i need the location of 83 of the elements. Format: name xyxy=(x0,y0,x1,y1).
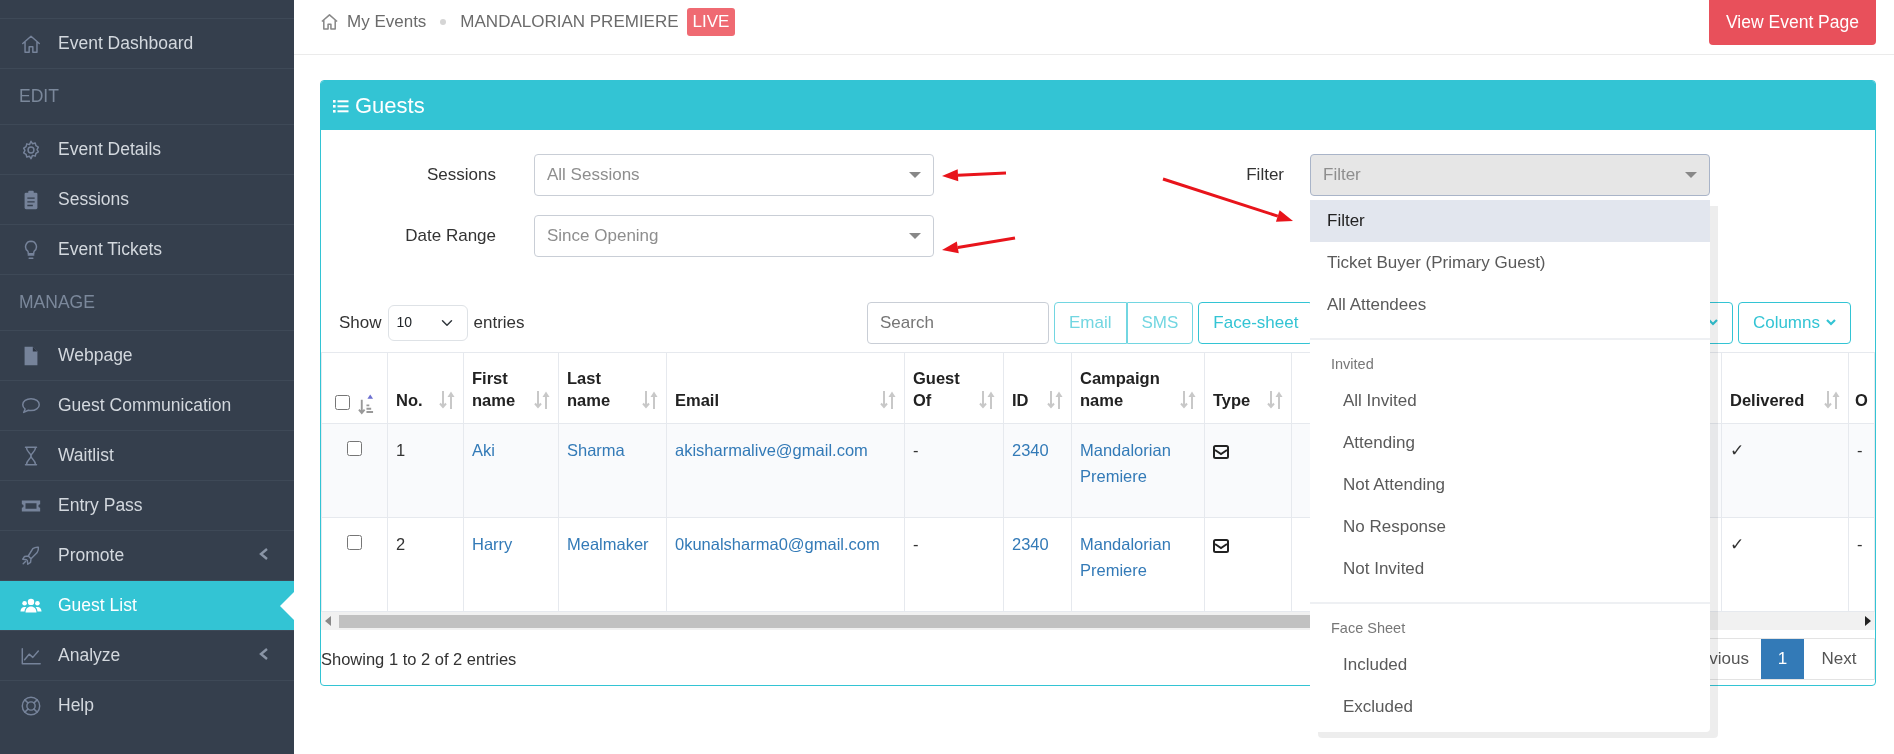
dropdown-option[interactable]: Not Attending xyxy=(1310,464,1710,506)
column-header[interactable]: O xyxy=(1848,352,1875,424)
lifebuoy-icon xyxy=(20,694,42,717)
sort-ascending-icon xyxy=(358,393,374,415)
sidebar-item[interactable]: Event Dashboard xyxy=(0,18,294,68)
list-icon xyxy=(333,98,349,113)
show-label: Show xyxy=(339,311,382,334)
table-cell: - xyxy=(1848,423,1875,518)
column-header[interactable]: First name xyxy=(463,352,559,424)
column-header[interactable]: Last name xyxy=(558,352,667,424)
caret-icon xyxy=(909,172,921,178)
sort-icon xyxy=(439,389,455,411)
row-checkbox[interactable] xyxy=(347,535,362,550)
dropdown-group-header: Invited xyxy=(1330,355,1375,375)
field-label: Filter xyxy=(1245,164,1284,187)
sidebar-item[interactable]: Analyze xyxy=(0,630,294,680)
chevron-left-icon xyxy=(258,647,270,661)
sort-icon xyxy=(880,389,896,411)
breadcrumb-link[interactable]: My Events xyxy=(347,9,427,35)
envelope-icon xyxy=(1213,444,1229,459)
table-cell: ✓ xyxy=(1721,423,1849,518)
column-header[interactable]: Email xyxy=(666,352,905,424)
caret-icon xyxy=(909,233,921,239)
column-header[interactable]: ID xyxy=(1003,352,1072,424)
table-cell: - xyxy=(904,517,1004,612)
scroll-right-icon xyxy=(1863,616,1871,626)
table-cell: - xyxy=(904,423,1004,518)
sidebar-heading: MANAGE xyxy=(0,274,294,330)
sidebar-item[interactable]: Webpage xyxy=(0,330,294,380)
sidebar-item[interactable]: Event Details xyxy=(0,124,294,174)
sort-icon xyxy=(979,389,995,411)
entries-label: entries xyxy=(473,311,525,334)
home-icon xyxy=(320,12,339,32)
dropdown-option[interactable]: Ticket Buyer (Primary Guest) xyxy=(1310,242,1710,284)
entries-info: Showing 1 to 2 of 2 entries xyxy=(321,648,517,670)
envelope-icon xyxy=(1213,538,1229,553)
table-cell: ✓ xyxy=(1721,517,1849,612)
gear-icon xyxy=(20,138,42,161)
field-label: Date Range xyxy=(404,225,497,248)
live-badge: LIVE xyxy=(686,8,736,36)
table-cell: 2 xyxy=(387,517,464,612)
column-header[interactable]: No. xyxy=(387,352,464,424)
dropdown-option[interactable]: Excluded xyxy=(1310,686,1710,728)
sidebar-item[interactable]: Guest Communication xyxy=(0,380,294,430)
dropdown-option[interactable]: Filter xyxy=(1310,200,1710,242)
column-header[interactable]: Delivered xyxy=(1721,352,1849,424)
rocket-icon xyxy=(20,544,42,567)
dropdown-option[interactable]: All Invited xyxy=(1310,380,1710,422)
table-cell: 1 xyxy=(387,423,464,518)
view-event-page-button[interactable]: View Event Page xyxy=(1709,0,1876,45)
sort-icon xyxy=(534,389,550,411)
active-pointer xyxy=(280,592,294,620)
sidebar-item[interactable]: Event Tickets xyxy=(0,224,294,274)
sort-icon xyxy=(1824,389,1840,411)
column-header[interactable]: Guest Of xyxy=(904,352,1004,424)
column-header[interactable]: Campaign name xyxy=(1071,352,1205,424)
pagination-button[interactable]: 1 xyxy=(1761,639,1804,679)
sidebar-item[interactable]: Help xyxy=(0,680,294,730)
row-checkbox[interactable] xyxy=(347,441,362,456)
sidebar-item[interactable]: Entry Pass xyxy=(0,480,294,530)
chevron-left-icon xyxy=(258,547,270,561)
field-label: Sessions xyxy=(426,164,497,187)
card-title: Guests xyxy=(355,92,425,120)
chevron-down-icon xyxy=(1826,319,1836,326)
sort-icon xyxy=(1180,389,1196,411)
sidebar-item[interactable]: Waitlist xyxy=(0,430,294,480)
select-all-checkbox[interactable] xyxy=(335,394,350,410)
column-header[interactable]: Type xyxy=(1204,352,1292,424)
search-field[interactable]: Search xyxy=(867,301,1049,344)
dropdown-option[interactable]: Not Invited xyxy=(1310,548,1710,590)
sort-icon xyxy=(1267,389,1283,411)
caret-icon xyxy=(1685,172,1697,178)
dropdown-group-header: Face Sheet xyxy=(1330,619,1407,639)
sort-icon xyxy=(1047,389,1063,411)
table-cell: - xyxy=(1848,517,1875,612)
chevron-down-icon xyxy=(1707,319,1718,326)
sidebar-heading: EDIT xyxy=(0,68,294,124)
scroll-left-icon xyxy=(325,616,333,626)
dropdown-option[interactable]: No Response xyxy=(1310,506,1710,548)
dropdown-option[interactable]: Attending xyxy=(1310,422,1710,464)
sidebar-item[interactable]: Sessions xyxy=(0,174,294,224)
sort-icon xyxy=(642,389,658,411)
page-size-select[interactable]: 10 xyxy=(387,304,468,341)
